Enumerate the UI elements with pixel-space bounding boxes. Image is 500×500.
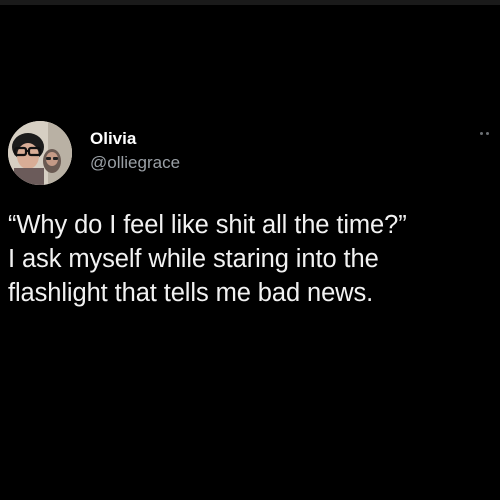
ellipsis-icon	[480, 131, 483, 135]
tweet-text-line: “Why do I feel like shit all the time?”	[8, 211, 407, 239]
user-handle[interactable]: @olliegrace	[90, 153, 180, 173]
tweet-text-line: flashlight that tells me bad news.	[8, 279, 374, 307]
page: Olivia @olliegrace “Why do I feel like s…	[0, 0, 500, 500]
ellipsis-icon	[486, 131, 489, 135]
avatar[interactable]	[8, 121, 72, 185]
tweet-text-line: I ask myself while staring into the	[8, 245, 379, 273]
tweet-card: Olivia @olliegrace “Why do I feel like s…	[0, 0, 500, 500]
display-name[interactable]: Olivia	[90, 129, 136, 149]
more-options-button[interactable]	[480, 126, 498, 140]
profile-photo-icon	[8, 121, 72, 185]
tweet-text: “Why do I feel like shit all the time?” …	[8, 208, 496, 310]
